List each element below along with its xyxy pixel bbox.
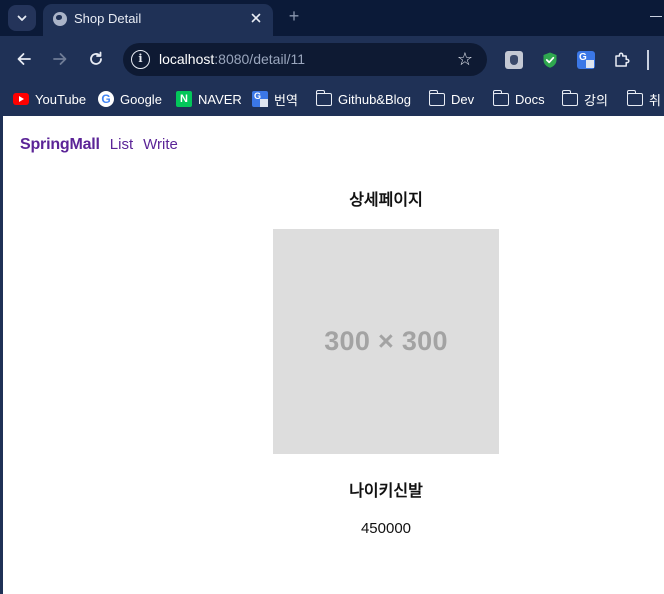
page-title: 상세페이지: [349, 192, 423, 209]
globe-icon: [53, 12, 67, 26]
site-info-icon[interactable]: i: [131, 50, 150, 69]
bookmark-label: Github&Blog: [338, 91, 411, 107]
arrow-right-icon: [53, 53, 67, 65]
url-text[interactable]: localhost:8080/detail/11: [159, 51, 305, 67]
bookmark-label: Docs: [515, 91, 545, 107]
bookmark-label: Dev: [451, 91, 475, 107]
new-tab-button[interactable]: +: [285, 6, 303, 26]
forward-button[interactable]: [45, 36, 75, 82]
shield-extension-icon[interactable]: [541, 51, 559, 69]
bookmark-google[interactable]: G Google: [98, 89, 162, 109]
bookmark-label: 강의: [584, 92, 608, 108]
minimize-window-button[interactable]: [648, 9, 662, 23]
product-price: 450000: [360, 520, 412, 537]
chevron-down-icon: [17, 15, 27, 21]
bookmarks-bar: YouTube G Google N NAVER G 번역 Github&Blo…: [0, 82, 664, 116]
folder-icon: [626, 89, 643, 106]
back-button[interactable]: [9, 36, 39, 82]
bookmark-label: NAVER: [198, 91, 242, 107]
url-path: :8080/detail/11: [214, 51, 306, 67]
reload-button[interactable]: [81, 36, 111, 82]
youtube-icon: [13, 93, 29, 105]
bookmark-folder-github-blog[interactable]: Github&Blog: [315, 89, 411, 109]
bookmark-label: Google: [120, 91, 162, 107]
touch-extension-icon[interactable]: [505, 51, 523, 69]
bookmark-label: YouTube: [35, 91, 87, 107]
bookmark-star-icon[interactable]: ☆: [457, 49, 473, 69]
site-navbar: SpringMall List Write: [20, 136, 178, 156]
bookmark-youtube[interactable]: YouTube: [13, 89, 86, 109]
bookmark-folder-lectures[interactable]: 강의: [561, 89, 608, 109]
bookmark-naver[interactable]: N NAVER: [176, 89, 242, 109]
toolbar-divider: [647, 50, 649, 70]
bookmark-label: 번역: [274, 92, 298, 108]
extensions-puzzle-icon[interactable]: [613, 51, 631, 69]
folder-icon: [561, 89, 578, 106]
close-icon: [251, 13, 261, 23]
tab-title: Shop Detail: [74, 11, 142, 26]
nav-link-write[interactable]: Write: [143, 136, 178, 153]
close-tab-button[interactable]: [247, 9, 265, 27]
arrow-left-icon: [17, 53, 31, 65]
bookmark-folder-jobs[interactable]: 취: [626, 89, 661, 109]
address-bar[interactable]: i localhost:8080/detail/11 ☆: [123, 43, 487, 76]
product-image: 300 × 300: [273, 229, 499, 454]
shield-icon: [543, 52, 557, 68]
bookmark-folder-docs[interactable]: Docs: [492, 89, 545, 109]
folder-icon: [492, 89, 509, 106]
google-icon: G: [98, 91, 114, 107]
folder-icon: [315, 89, 332, 106]
product-name: 나이키신발: [349, 483, 423, 500]
puzzle-icon: [615, 52, 630, 67]
translate-extension-icon[interactable]: [577, 51, 595, 69]
folder-icon: [428, 89, 445, 106]
tab-strip: Shop Detail +: [0, 0, 664, 36]
bookmark-label: 취: [649, 92, 661, 108]
translate-icon: G: [252, 91, 268, 107]
bookmark-translate[interactable]: G 번역: [252, 89, 298, 109]
active-tab[interactable]: Shop Detail: [43, 4, 273, 36]
tab-search-button[interactable]: [8, 5, 36, 31]
bookmark-folder-dev[interactable]: Dev: [428, 89, 475, 109]
reload-icon: [90, 51, 102, 65]
naver-icon: N: [176, 91, 192, 107]
image-placeholder-text: 300 × 300: [324, 326, 448, 356]
nav-link-list[interactable]: List: [110, 136, 133, 153]
brand-logo-link[interactable]: SpringMall: [20, 136, 100, 154]
url-host: localhost: [159, 51, 215, 67]
